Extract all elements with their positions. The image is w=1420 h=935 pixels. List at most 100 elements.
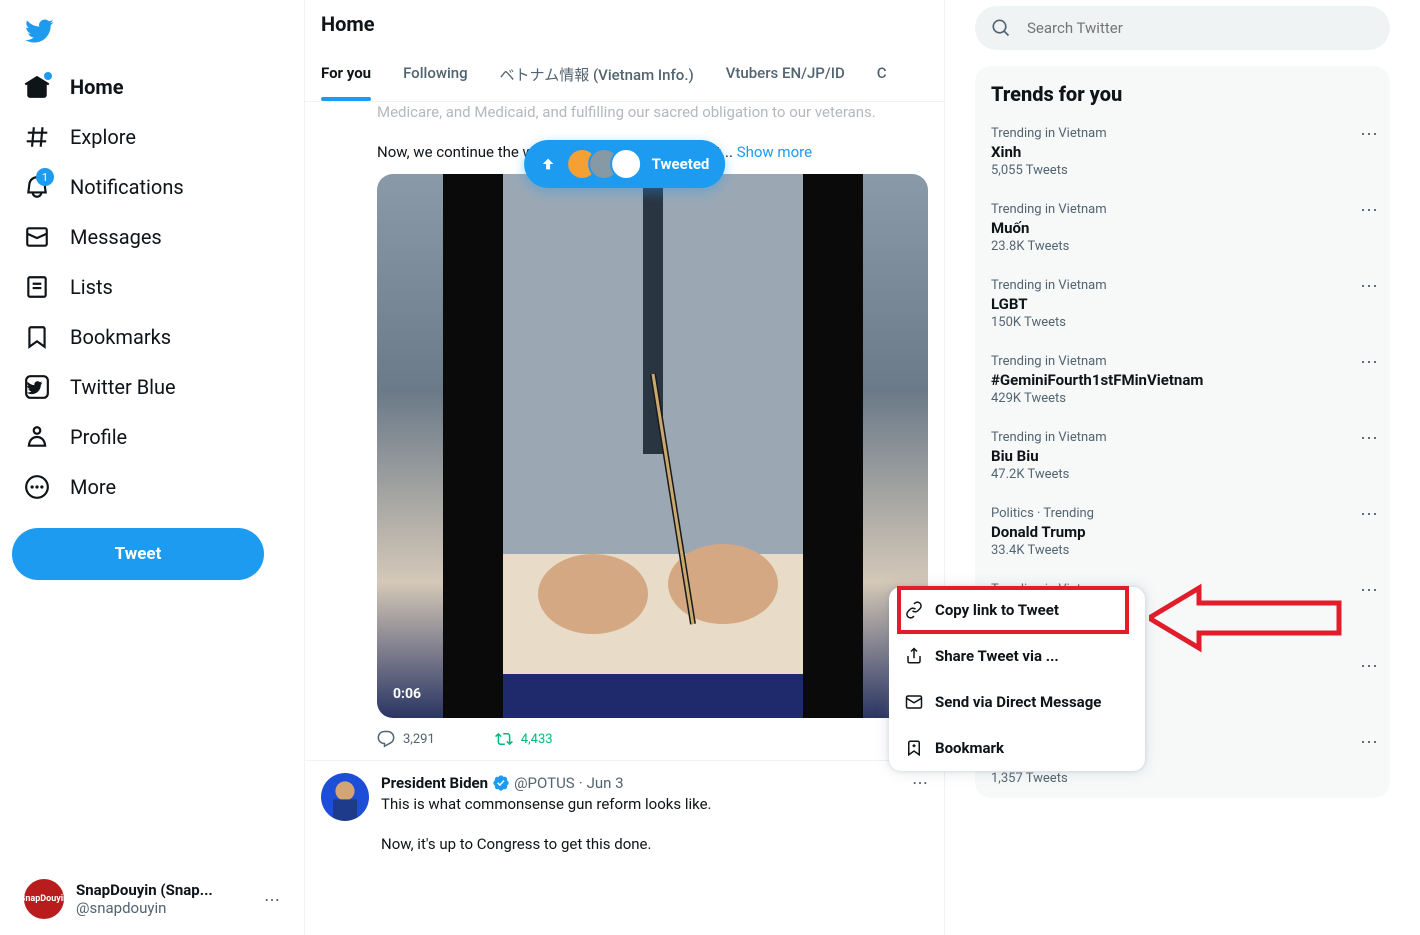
trend-more-button[interactable]: ⋯	[1360, 428, 1378, 449]
share-via-button[interactable]: Share Tweet via ...	[889, 633, 1145, 679]
retweet-icon	[495, 730, 513, 748]
twitter-logo[interactable]	[12, 4, 292, 62]
video-thumbnail	[377, 174, 928, 718]
nav-messages-label: Messages	[70, 225, 162, 249]
trend-item[interactable]: Trending in Vietnam LGBT 150K Tweets ⋯	[975, 266, 1390, 342]
trend-name: Donald Trump	[991, 523, 1374, 541]
profile-icon	[24, 424, 50, 450]
bookmark-button[interactable]: Bookmark	[889, 725, 1145, 771]
show-more-link[interactable]: Show more	[737, 143, 812, 161]
pill-label: Tweeted	[652, 155, 710, 173]
new-tweets-pill[interactable]: Tweeted	[524, 140, 726, 188]
tweet-date[interactable]: Jun 3	[587, 774, 624, 792]
trend-count: 1,357 Tweets	[991, 771, 1374, 786]
search-icon	[991, 18, 1011, 38]
home-icon	[24, 74, 50, 100]
send-dm-label: Send via Direct Message	[935, 693, 1101, 711]
link-icon	[905, 601, 923, 619]
nav-notifications[interactable]: 1 Notifications	[12, 162, 292, 212]
tab-vietnam-info[interactable]: ベトナム情報 (Vietnam Info.)	[484, 48, 710, 101]
list-icon	[24, 274, 50, 300]
nav-profile[interactable]: Profile	[12, 412, 292, 462]
main-column: Home For you Following ベトナム情報 (Vietnam I…	[305, 0, 945, 935]
bookmark-label: Bookmark	[935, 739, 1004, 757]
tweet-more-button[interactable]: ⋯	[912, 773, 928, 792]
tab-overflow[interactable]: C	[861, 48, 903, 101]
retweet-button[interactable]: 4,433	[495, 730, 553, 748]
tab-for-you[interactable]: For you	[305, 48, 387, 101]
trend-name: Biu Biu	[991, 447, 1374, 465]
copy-link-button[interactable]: Copy link to Tweet	[889, 587, 1145, 633]
trend-more-button[interactable]: ⋯	[1360, 124, 1378, 145]
tab-vtubers[interactable]: Vtubers EN/JP/ID	[710, 48, 861, 101]
trend-name: LGBT	[991, 295, 1374, 313]
trend-context: Politics · Trending	[991, 506, 1374, 521]
tweet[interactable]: President Biden @POTUS · Jun 3 ⋯ This is…	[305, 760, 944, 866]
trend-context: Trending in Vietnam	[991, 126, 1374, 141]
nav-bookmarks[interactable]: Bookmarks	[12, 312, 292, 362]
account-avatar: SnapDouyin	[24, 879, 64, 919]
trend-item[interactable]: Trending in Vietnam Xinh 5,055 Tweets ⋯	[975, 114, 1390, 190]
trend-count: 429K Tweets	[991, 391, 1374, 406]
nav-explore[interactable]: Explore	[12, 112, 292, 162]
nav-messages[interactable]: Messages	[12, 212, 292, 262]
trend-item[interactable]: Trending in Vietnam Biu Biu 47.2K Tweets…	[975, 418, 1390, 494]
feed: Tweeted Medicare, and Medicaid, and fulf…	[305, 102, 944, 866]
tweet-avatar[interactable]	[321, 773, 369, 821]
nav-more-label: More	[70, 475, 116, 499]
trend-more-button[interactable]: ⋯	[1360, 352, 1378, 373]
trend-more-button[interactable]: ⋯	[1360, 656, 1378, 677]
nav-home-label: Home	[70, 75, 124, 99]
account-more-icon: ⋯	[264, 890, 280, 909]
trend-more-button[interactable]: ⋯	[1360, 580, 1378, 601]
trend-name: Xinh	[991, 143, 1374, 161]
compose-tweet-button[interactable]: Tweet	[12, 528, 264, 580]
copy-link-label: Copy link to Tweet	[935, 601, 1059, 619]
search-box[interactable]	[975, 6, 1390, 50]
send-dm-button[interactable]: Send via Direct Message	[889, 679, 1145, 725]
account-switcher[interactable]: SnapDouyin SnapDouyin (Snap... @snapdouy…	[12, 867, 292, 931]
nav-lists[interactable]: Lists	[12, 262, 292, 312]
tweet-author-name[interactable]: President Biden	[381, 774, 488, 792]
nav-lists-label: Lists	[70, 275, 113, 299]
trend-count: 150K Tweets	[991, 315, 1374, 330]
tweet-header: President Biden @POTUS · Jun 3 ⋯	[381, 773, 928, 792]
reply-button[interactable]: 3,291	[377, 730, 435, 748]
page-title: Home	[305, 0, 944, 48]
more-circle-icon	[24, 474, 50, 500]
feed-tabs: For you Following ベトナム情報 (Vietnam Info.)…	[305, 48, 944, 102]
video-still-icon	[443, 174, 863, 718]
nav-more[interactable]: More	[12, 462, 292, 512]
tweet-author-handle[interactable]: @POTUS	[514, 774, 575, 792]
trend-item[interactable]: Politics · Trending Donald Trump 33.4K T…	[975, 494, 1390, 570]
tab-following[interactable]: Following	[387, 48, 484, 101]
bookmark-icon	[24, 324, 50, 350]
arrow-up-icon	[540, 156, 556, 172]
nav-home[interactable]: Home	[12, 62, 292, 112]
trend-item[interactable]: Trending in Vietnam #GeminiFourth1stFMin…	[975, 342, 1390, 418]
search-input[interactable]	[1027, 19, 1374, 37]
trends-title: Trends for you	[975, 78, 1390, 114]
trend-count: 47.2K Tweets	[991, 467, 1374, 482]
nav-profile-label: Profile	[70, 425, 127, 449]
nav-explore-label: Explore	[70, 125, 136, 149]
home-dot-indicator	[44, 72, 52, 80]
tweet-body: This is what commonsense gun reform look…	[381, 794, 928, 814]
trend-item[interactable]: Trending in Vietnam Muốn 23.8K Tweets ⋯	[975, 190, 1390, 266]
tweet-body: Now, it's up to Congress to get this don…	[381, 834, 928, 854]
twitter-bird-icon	[24, 16, 54, 46]
sidebar-left: Home Explore 1 Notifications Messages Li…	[0, 0, 305, 935]
trend-more-button[interactable]: ⋯	[1360, 200, 1378, 221]
account-name: SnapDouyin (Snap...	[76, 881, 213, 899]
trend-more-button[interactable]: ⋯	[1360, 276, 1378, 297]
trend-context: Trending in Vietnam	[991, 278, 1374, 293]
twitter-blue-icon	[24, 374, 50, 400]
pill-avatars	[566, 148, 642, 180]
bell-icon: 1	[24, 174, 50, 200]
nav-twitter-blue[interactable]: Twitter Blue	[12, 362, 292, 412]
trend-context: Trending in Vietnam	[991, 202, 1374, 217]
tweet-video[interactable]: 0:06	[377, 174, 928, 718]
trend-more-button[interactable]: ⋯	[1360, 732, 1378, 753]
tweet-text: Medicare, and Medicaid, and fulfilling o…	[305, 102, 944, 122]
trend-more-button[interactable]: ⋯	[1360, 504, 1378, 525]
